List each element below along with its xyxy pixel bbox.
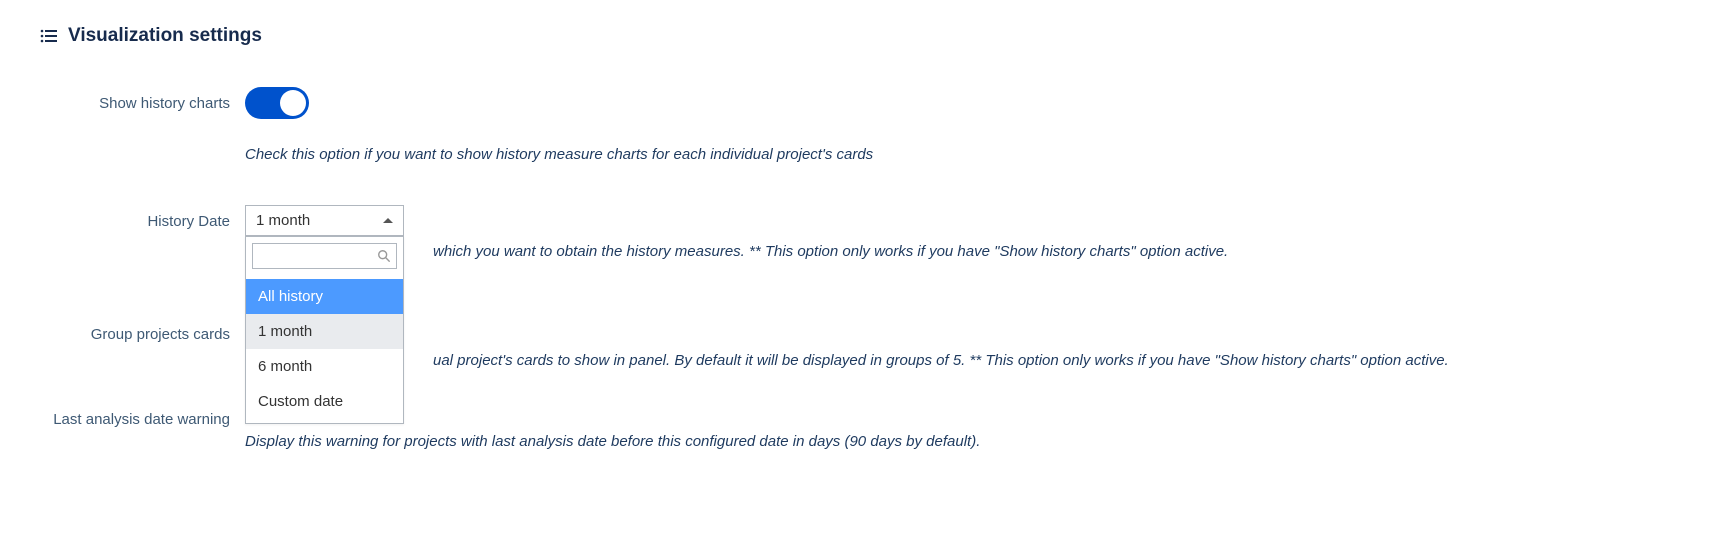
last-analysis-help: Display this warning for projects with l… [245,433,1673,450]
show-history-help: Check this option if you want to show hi… [245,146,1673,163]
dropdown-list: All history 1 month 6 month Custom date [246,275,403,423]
history-date-label: History Date [40,205,245,232]
toggle-knob [280,90,306,116]
row-show-history: Show history charts Check this option if… [40,87,1673,163]
dropdown-search-wrap [246,237,403,275]
dropdown-option-custom-date[interactable]: Custom date [246,384,403,419]
history-date-help: which you want to obtain the history mea… [433,243,1228,260]
section-title: Visualization settings [68,25,262,47]
dropdown-search-input[interactable] [252,243,397,269]
history-date-value: 1 month [256,212,310,229]
row-history-date: History Date 1 month [40,205,1673,236]
group-projects-help: ual project's cards to show in panel. By… [433,352,1449,369]
dropdown-option-1-month[interactable]: 1 month [246,314,403,349]
dropdown-option-6-month[interactable]: 6 month [246,349,403,384]
list-settings-icon [40,29,58,43]
last-analysis-label: Last analysis date warning [40,409,245,430]
show-history-toggle[interactable] [245,87,309,119]
history-date-select[interactable]: 1 month All his [245,205,404,236]
history-date-selectbox[interactable]: 1 month [245,205,404,236]
dropdown-option-all-history[interactable]: All history [246,279,403,314]
caret-up-icon [383,218,393,223]
group-projects-label: Group projects cards [40,324,245,345]
history-date-dropdown: All history 1 month 6 month Custom date [245,236,404,424]
show-history-label: Show history charts [40,87,245,114]
search-icon [377,249,391,263]
section-header: Visualization settings [40,25,1673,47]
